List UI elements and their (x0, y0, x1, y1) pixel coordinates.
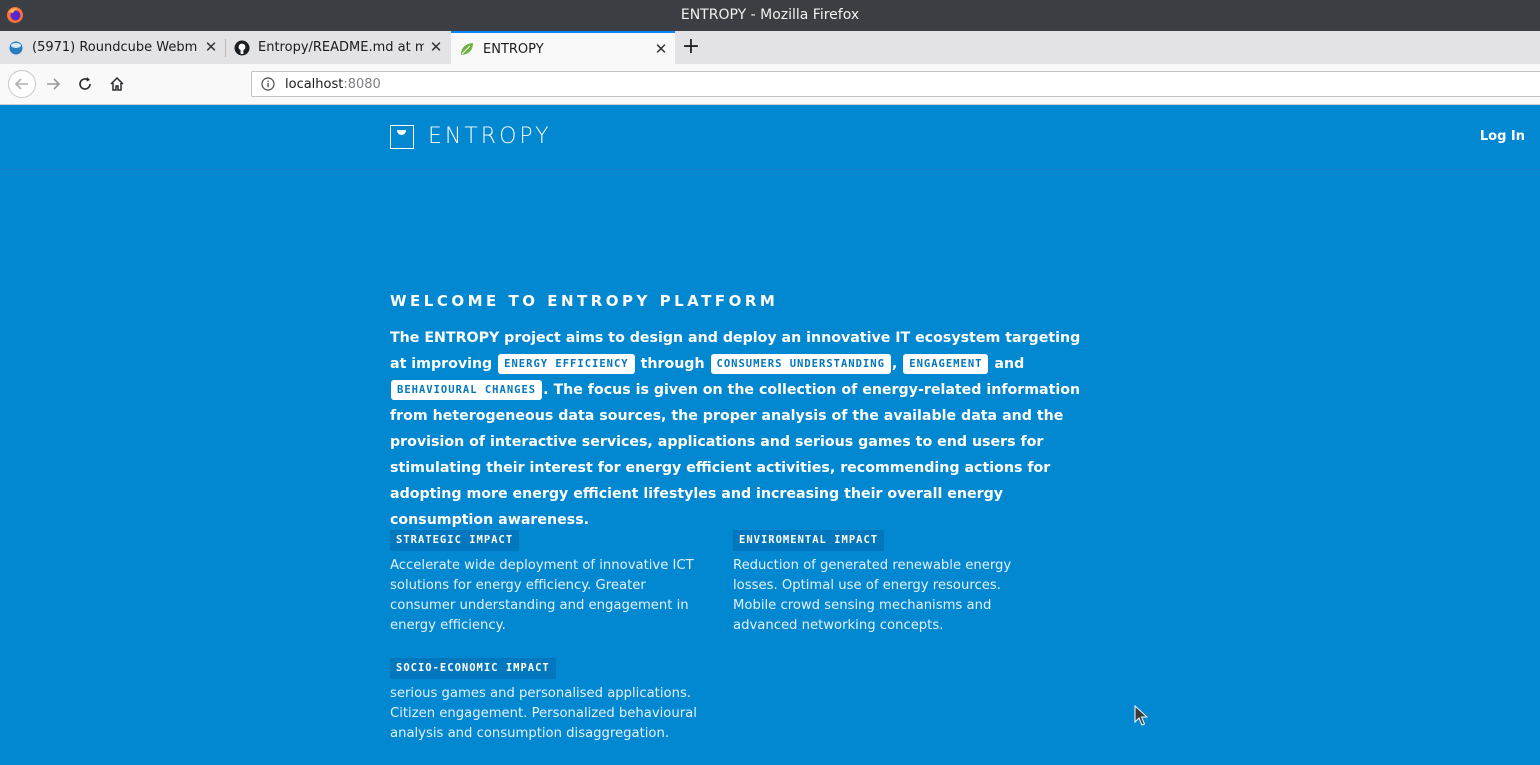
back-button[interactable] (8, 70, 36, 98)
page-viewport: ENTROPY Log In WELCOME TO ENTROPY PLATFO… (0, 105, 1540, 765)
url-port: :8080 (343, 76, 381, 92)
forward-button[interactable] (41, 72, 65, 96)
tab-strip: (5971) Roundcube Webma ✕ Entropy/README.… (0, 31, 1540, 65)
impact-label: STRATEGIC IMPACT (390, 530, 520, 551)
intro-text: . The focus is given on the collection o… (390, 382, 1081, 528)
reload-button[interactable] (73, 72, 97, 96)
page-title: WELCOME TO ENTROPY PLATFORM (390, 292, 779, 310)
login-link[interactable]: Log In (1480, 129, 1525, 144)
impact-card-environmental: ENVIROMENTAL IMPACT Reduction of generat… (733, 528, 1043, 636)
tab-label: Entropy/README.md at m (258, 40, 424, 55)
tab-label: ENTROPY (483, 41, 544, 57)
tag-behavioural-changes: BEHAVIOURAL CHANGES (391, 380, 543, 400)
brand-logo-link[interactable]: ENTROPY (390, 124, 552, 149)
window-title: ENTROPY - Mozilla Firefox (680, 7, 860, 23)
mouse-cursor-icon (1134, 705, 1148, 726)
tab-roundcube[interactable]: (5971) Roundcube Webma ✕ (0, 31, 225, 64)
new-tab-button[interactable]: + (680, 36, 702, 59)
home-icon (110, 76, 124, 91)
impact-card-socio-economic: SOCIO-ECONOMIC IMPACT serious games and … (390, 656, 700, 744)
intro-text: through (635, 356, 710, 372)
roundcube-icon (9, 41, 23, 54)
entropy-logo-icon (390, 124, 414, 149)
impact-card-strategic: STRATEGIC IMPACT Accelerate wide deploym… (390, 528, 700, 636)
intro-paragraph: The ENTROPY project aims to design and d… (390, 325, 1090, 533)
info-icon[interactable] (261, 77, 275, 91)
url-host: localhost (285, 76, 344, 92)
impact-label: SOCIO-ECONOMIC IMPACT (390, 658, 556, 679)
tab-github[interactable]: Entropy/README.md at m ✕ (226, 31, 450, 64)
site-header: ENTROPY Log In (0, 105, 1540, 170)
close-tab-icon[interactable]: ✕ (203, 39, 219, 55)
tag-consumers-understanding: CONSUMERS UNDERSTANDING (710, 354, 891, 374)
github-icon (234, 40, 250, 55)
arrow-right-icon (47, 78, 61, 90)
tag-energy-efficiency: ENERGY EFFICIENCY (498, 354, 635, 374)
url-bar[interactable]: localhost:8080 (251, 71, 1540, 97)
navigation-toolbar: localhost:8080 (0, 64, 1540, 105)
window-titlebar: ENTROPY - Mozilla Firefox (0, 0, 1540, 31)
tab-entropy[interactable]: ENTROPY ✕ (451, 31, 675, 65)
impact-label: ENVIROMENTAL IMPACT (733, 530, 885, 551)
arrow-left-icon (14, 78, 28, 90)
intro-text: and (989, 356, 1025, 372)
main-content: WELCOME TO ENTROPY PLATFORM The ENTROPY … (390, 292, 1090, 741)
intro-text: , (891, 356, 903, 372)
brand-name: ENTROPY (428, 124, 552, 149)
close-tab-icon[interactable]: ✕ (428, 39, 444, 55)
reload-icon (79, 77, 91, 90)
home-button[interactable] (105, 72, 129, 96)
spring-leaf-icon (461, 43, 473, 55)
close-tab-icon[interactable]: ✕ (653, 41, 669, 57)
impact-description: serious games and personalised applicati… (390, 686, 697, 741)
impact-description: Accelerate wide deployment of innovative… (390, 558, 694, 633)
impact-description: Reduction of generated renewable energy … (733, 558, 1012, 633)
tab-label: (5971) Roundcube Webma (32, 40, 198, 55)
tag-engagement: ENGAGEMENT (903, 354, 989, 374)
